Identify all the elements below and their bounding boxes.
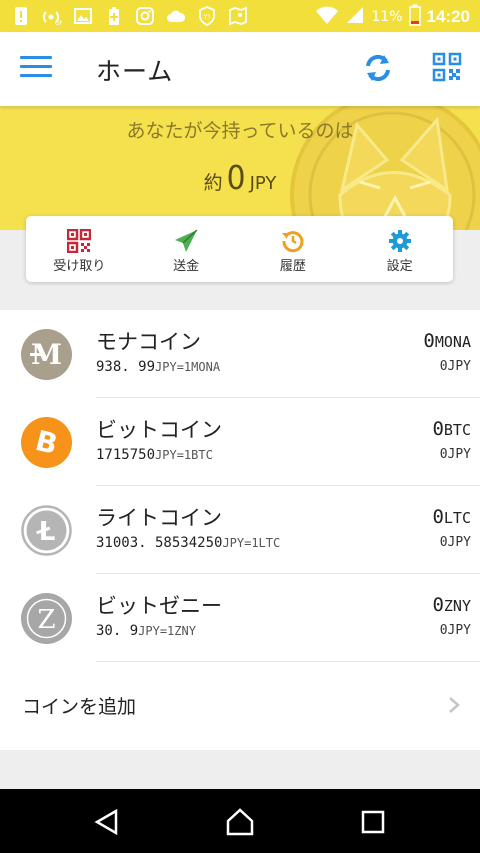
coin-list: M モナコイン 938. 99JPY=1MONA 0MONA 0JPY B ビッ… [0, 310, 480, 750]
settings-icon [388, 230, 411, 252]
add-coin-label: コインを追加 [22, 696, 137, 718]
alert-icon [10, 5, 32, 27]
coin-amount: 0BTC [432, 418, 471, 440]
coin-row-litecoin[interactable]: L ライトコイン 31003. 58534250JPY=1LTC 0LTC 0J… [0, 486, 480, 574]
history-button[interactable]: 履歴 [240, 216, 347, 282]
map-icon [227, 5, 249, 27]
balance-summary: あなたが今持っているのは 約 0 JPY [0, 106, 480, 230]
balance-prefix: 約 [203, 172, 223, 194]
cloud-icon [165, 5, 187, 27]
history-icon [281, 231, 304, 253]
image-icon [72, 5, 94, 27]
svg-text:Z: Z [37, 605, 55, 635]
home-button[interactable] [225, 807, 255, 837]
coin-row-bitcoin[interactable]: B ビットコイン 1715750JPY=1BTC 0BTC 0JPY [0, 398, 480, 486]
coin-rate: 1715750JPY=1BTC [96, 447, 213, 463]
send-label: 送金 [173, 259, 200, 274]
battery-icon [408, 4, 421, 30]
settings-label: 設定 [386, 259, 413, 274]
svg-text:Y!: Y! [203, 13, 211, 21]
recent-apps-icon [361, 810, 385, 834]
history-label: 履歴 [279, 259, 306, 274]
battery-percent: 11% [371, 9, 403, 25]
balance-amount: 0 [226, 158, 246, 197]
add-coin-button[interactable]: コインを追加 [0, 662, 480, 750]
app-bar: ホーム [0, 32, 480, 106]
hotspot-icon: ON [41, 5, 63, 27]
send-button[interactable]: 送金 [133, 216, 240, 282]
coin-jpy-value: 0JPY [439, 535, 471, 550]
refresh-button[interactable] [362, 52, 394, 84]
settings-button[interactable]: 設定 [346, 216, 453, 282]
action-menu: 受け取り 送金 履歴 設定 [26, 216, 453, 282]
coin-name: ライトコイン [96, 506, 222, 530]
home-icon [226, 808, 254, 836]
receive-button[interactable]: 受け取り [26, 216, 133, 282]
svg-text:ON: ON [55, 20, 62, 26]
send-icon [175, 229, 198, 252]
hamburger-icon [20, 56, 52, 59]
system-navigation-bar [0, 789, 480, 853]
shield-icon: Y! [196, 5, 218, 27]
coin-rate: 30. 9JPY=1ZNY [96, 623, 196, 639]
signal-icon [345, 5, 365, 29]
qr-code-icon [432, 52, 462, 82]
battery-plus-icon [103, 5, 125, 27]
coin-name: ビットゼニー [96, 594, 222, 618]
qr-receive-icon [67, 229, 92, 253]
status-bar: ON Y! 11% 14:20 [0, 0, 480, 32]
wifi-icon [315, 5, 339, 29]
balance-value: 約 0 JPY [0, 158, 480, 197]
coin-amount: 0LTC [432, 506, 471, 528]
refresh-icon [366, 54, 390, 82]
coin-amount: 0MONA [423, 330, 471, 352]
bitzeny-logo-icon: Z [21, 593, 72, 644]
balance-unit: JPY [249, 173, 277, 194]
recent-apps-button[interactable] [358, 807, 388, 837]
back-triangle-icon [94, 808, 118, 836]
litecoin-logo-icon: L [21, 505, 72, 556]
coin-row-monacoin[interactable]: M モナコイン 938. 99JPY=1MONA 0MONA 0JPY [0, 310, 480, 398]
coin-rate: 31003. 58534250JPY=1LTC [96, 535, 281, 551]
coin-jpy-value: 0JPY [439, 623, 471, 638]
qr-scan-button[interactable] [432, 52, 462, 82]
chevron-right-icon [449, 697, 460, 713]
coin-jpy-value: 0JPY [439, 447, 471, 462]
coin-name: ビットコイン [96, 418, 222, 442]
coin-rate: 938. 99JPY=1MONA [96, 359, 221, 375]
coin-amount: 0ZNY [432, 594, 471, 616]
bitcoin-logo-icon: B [21, 417, 72, 468]
menu-button[interactable] [20, 56, 52, 82]
instagram-icon [134, 5, 156, 27]
coin-jpy-value: 0JPY [439, 359, 471, 374]
coin-row-bitzeny[interactable]: Z ビットゼニー 30. 9JPY=1ZNY 0ZNY 0JPY [0, 574, 480, 662]
page-title: ホーム [96, 57, 174, 86]
back-button[interactable] [92, 807, 122, 837]
balance-label: あなたが今持っているのは [126, 120, 354, 142]
coin-name: モナコイン [96, 330, 201, 354]
clock: 14:20 [426, 7, 470, 26]
receive-label: 受け取り [53, 259, 106, 274]
monacoin-logo-icon: M [21, 329, 72, 380]
